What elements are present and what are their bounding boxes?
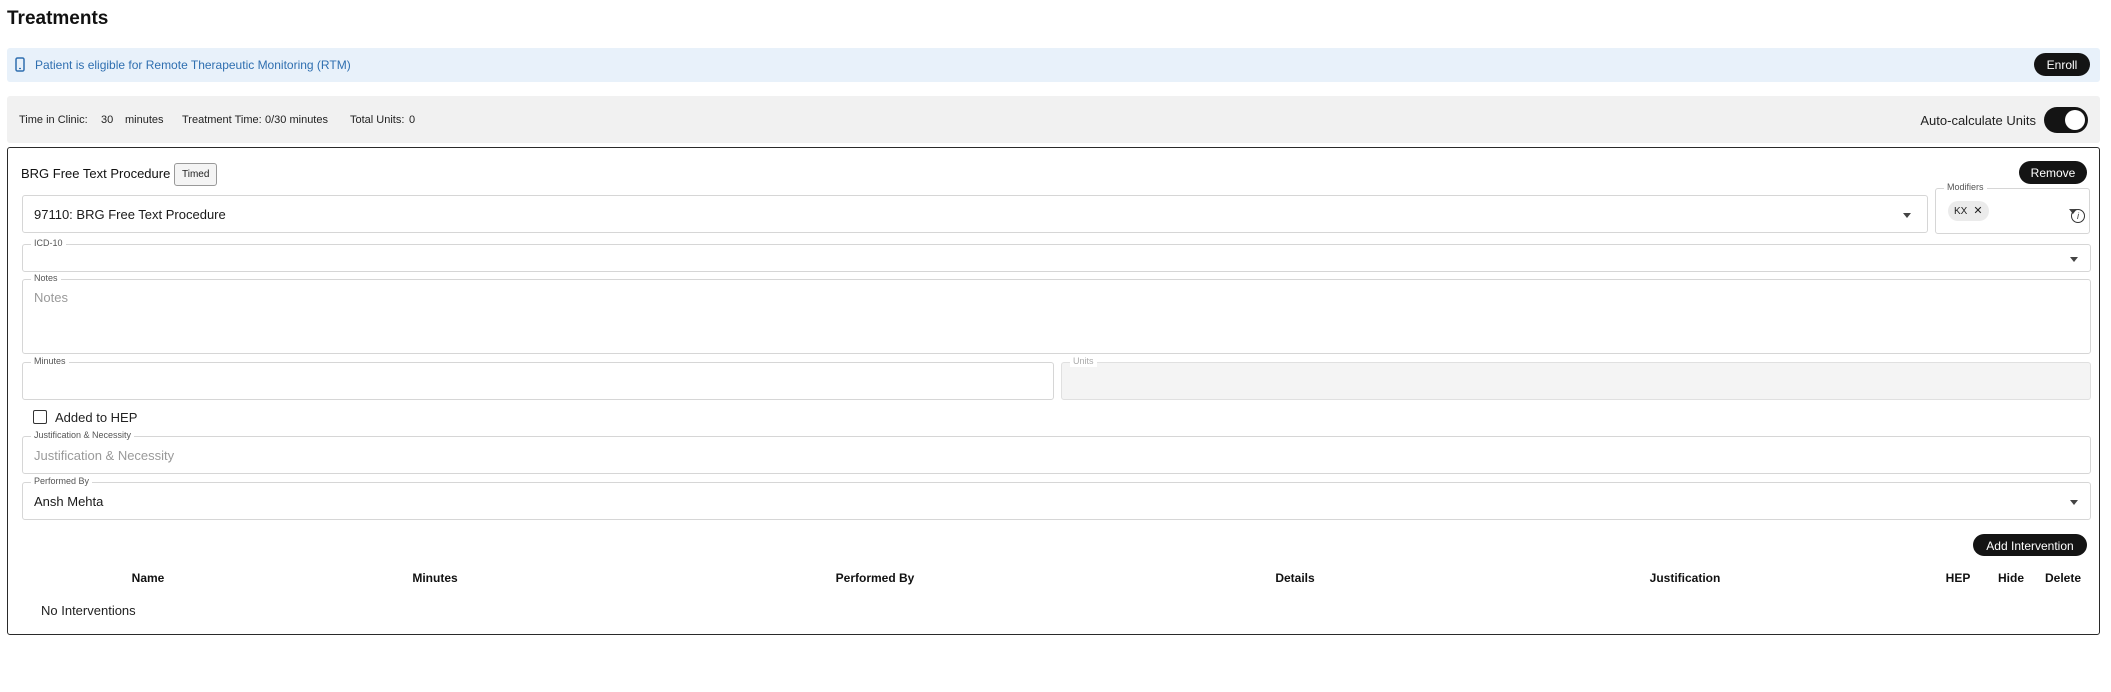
notes-textarea[interactable]: Notes Notes — [22, 273, 2091, 354]
units-input: Units — [1061, 356, 2091, 400]
page-title: Treatments — [7, 8, 109, 29]
column-header-details: Details — [1275, 571, 1315, 585]
modifier-chip-label: KX — [1954, 206, 1968, 217]
phone-icon — [15, 57, 25, 77]
column-header-justification: Justification — [1649, 571, 1721, 585]
hep-checkbox[interactable] — [33, 410, 47, 424]
icd10-select[interactable]: ICD-10 — [22, 238, 2091, 272]
auto-calculate-toggle[interactable] — [2044, 107, 2088, 133]
justification-input[interactable]: Justification & Necessity Justification … — [22, 430, 2091, 474]
units-label: Units — [1070, 356, 1097, 367]
column-header-hide: Hide — [1997, 571, 2025, 585]
no-interventions-text: No Interventions — [41, 603, 136, 618]
hep-checkbox-label[interactable]: Added to HEP — [55, 410, 137, 425]
justification-label: Justification & Necessity — [31, 430, 135, 441]
total-units-value: 0 — [409, 114, 416, 126]
minutes-input[interactable]: Minutes — [22, 356, 1054, 400]
modifier-chip[interactable]: KX ✕ — [1948, 201, 1989, 221]
enroll-button[interactable]: Enroll — [2034, 53, 2090, 76]
column-header-name: Name — [131, 571, 165, 585]
procedure-name: BRG Free Text Procedure — [21, 166, 171, 181]
rtm-banner-text: Patient is eligible for Remote Therapeut… — [35, 58, 351, 72]
performed-by-label: Performed By — [31, 476, 93, 487]
time-in-clinic-unit: minutes — [125, 114, 164, 126]
column-header-minutes: Minutes — [412, 571, 458, 585]
procedure-code-value: 97110: BRG Free Text Procedure — [34, 207, 226, 222]
chevron-down-icon — [2070, 257, 2078, 262]
treatment-time-value: 0/30 minutes — [265, 114, 328, 126]
procedure-card: BRG Free Text Procedure Timed Remove 971… — [7, 147, 2100, 635]
notes-placeholder: Notes — [34, 290, 68, 305]
remove-button[interactable]: Remove — [2019, 161, 2087, 184]
performed-by-value: Ansh Mehta — [34, 494, 104, 509]
chevron-down-icon — [1903, 213, 1911, 218]
rtm-banner: Patient is eligible for Remote Therapeut… — [7, 48, 2100, 82]
procedure-code-select[interactable]: 97110: BRG Free Text Procedure — [22, 195, 1928, 233]
modifiers-select[interactable]: Modifiers KX ✕ — [1935, 182, 2090, 234]
total-units-label: Total Units: — [350, 114, 405, 126]
column-header-delete: Delete — [2044, 571, 2082, 585]
icd10-label: ICD-10 — [31, 238, 66, 249]
column-header-performed-by: Performed By — [835, 571, 915, 585]
treatment-time-label: Treatment Time: — [182, 114, 262, 126]
info-icon[interactable]: i — [2071, 209, 2085, 223]
performed-by-select[interactable]: Performed By Ansh Mehta — [22, 476, 2091, 520]
timed-badge: Timed — [174, 163, 218, 186]
justification-placeholder: Justification & Necessity — [34, 448, 175, 463]
add-intervention-button[interactable]: Add Intervention — [1973, 534, 2087, 556]
toggle-knob — [2065, 110, 2085, 130]
auto-calculate-label: Auto-calculate Units — [1920, 113, 2036, 128]
time-in-clinic-label: Time in Clinic: — [19, 114, 88, 126]
column-header-hep: HEP — [1945, 571, 1971, 585]
close-icon[interactable]: ✕ — [1973, 205, 1982, 217]
notes-label: Notes — [31, 273, 61, 284]
treatment-summary-bar: Time in Clinic: 30 minutes Treatment Tim… — [7, 96, 2100, 143]
time-in-clinic-value[interactable]: 30 — [101, 114, 113, 126]
modifiers-label: Modifiers — [1944, 182, 1987, 193]
chevron-down-icon — [2070, 500, 2078, 505]
minutes-label: Minutes — [31, 356, 69, 367]
